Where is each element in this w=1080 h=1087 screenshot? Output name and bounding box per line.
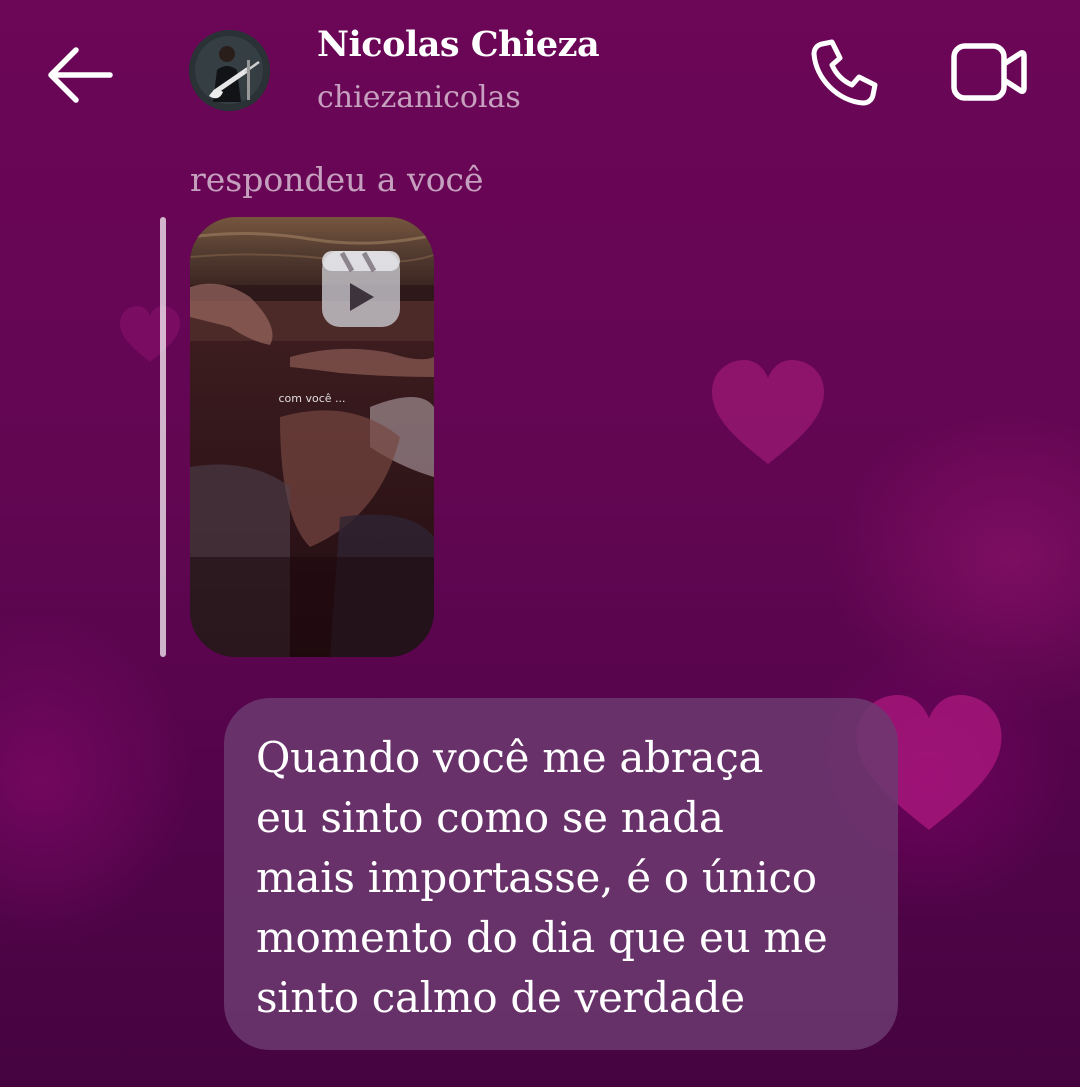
- reel-preview[interactable]: com você ...: [190, 217, 434, 657]
- video-call-button[interactable]: [950, 40, 1028, 104]
- avatar[interactable]: [189, 30, 270, 111]
- background-heart-icon: [120, 306, 180, 362]
- avatar-photo: [189, 30, 270, 111]
- reel-caption: com você ...: [278, 392, 346, 405]
- reply-label: respondeu a você: [190, 160, 484, 199]
- phone-icon: [811, 39, 878, 106]
- contact-name[interactable]: Nicolas Chieza: [317, 24, 600, 65]
- video-camera-icon: [951, 43, 1027, 101]
- message-bubble[interactable]: Quando você me abraça eu sinto como se n…: [224, 698, 898, 1050]
- back-button[interactable]: [44, 42, 118, 108]
- contact-handle[interactable]: chiezanicolas: [317, 80, 521, 115]
- chat-header: Nicolas Chieza chiezanicolas: [0, 0, 1080, 150]
- reply-indicator-bar: [160, 217, 166, 657]
- reels-icon: [322, 251, 400, 327]
- message-text: Quando você me abraça eu sinto como se n…: [256, 733, 828, 1022]
- background-heart-icon: [712, 360, 824, 464]
- audio-call-button[interactable]: [808, 38, 880, 108]
- arrow-left-icon: [48, 47, 113, 103]
